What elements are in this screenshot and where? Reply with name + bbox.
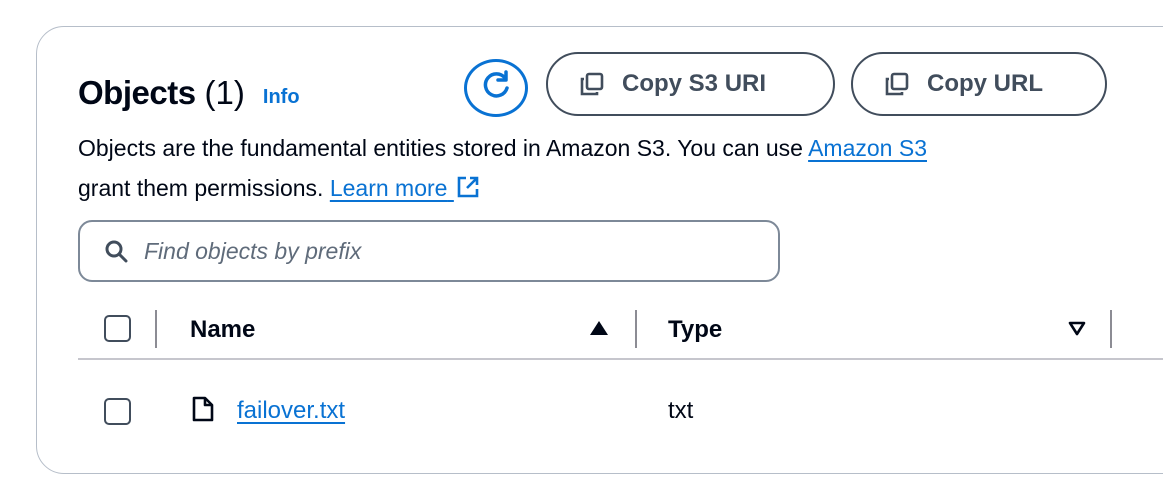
sort-ascending-icon[interactable]	[589, 320, 609, 341]
info-link[interactable]: Info	[263, 86, 300, 109]
object-name-link[interactable]: failover.txt	[237, 397, 345, 425]
column-divider	[635, 310, 637, 348]
search-field[interactable]: Find objects by prefix	[78, 220, 780, 282]
select-all-checkbox[interactable]	[104, 315, 131, 342]
copy-url-button[interactable]: Copy URL	[851, 52, 1107, 116]
learn-more-link[interactable]: Learn more	[330, 175, 480, 201]
column-header-name[interactable]: Name	[190, 316, 255, 344]
objects-header: Objects (1) Info	[78, 70, 300, 116]
column-divider	[155, 310, 157, 348]
object-type: txt	[668, 397, 694, 424]
external-link-icon	[456, 171, 480, 211]
row-checkbox[interactable]	[104, 398, 131, 425]
search-input[interactable]: Find objects by prefix	[144, 238, 361, 265]
copy-s3-uri-button[interactable]: Copy S3 URI	[546, 52, 835, 116]
column-header-type[interactable]: Type	[668, 316, 722, 344]
description: Objects are the fundamental entities sto…	[78, 128, 1163, 211]
search-icon	[104, 239, 128, 263]
refresh-button[interactable]	[464, 59, 528, 117]
copy-icon	[580, 72, 604, 96]
sort-descending-icon[interactable]	[1068, 321, 1086, 341]
copy-icon	[885, 72, 909, 96]
learn-more-label: Learn more	[329, 175, 448, 201]
table-header: Name Type	[78, 300, 1163, 360]
refresh-icon	[479, 69, 513, 108]
page-title: Objects	[78, 74, 196, 111]
column-divider	[1110, 310, 1112, 348]
description-text: Objects are the fundamental entities sto…	[78, 135, 809, 161]
file-icon	[192, 396, 214, 427]
object-count: (1)	[204, 74, 245, 111]
description-text-2: grant them permissions.	[78, 175, 330, 201]
copy-s3-uri-label: Copy S3 URI	[622, 70, 767, 97]
copy-url-label: Copy URL	[927, 70, 1043, 97]
access-points-link[interactable]: Amazon S3	[808, 135, 927, 161]
